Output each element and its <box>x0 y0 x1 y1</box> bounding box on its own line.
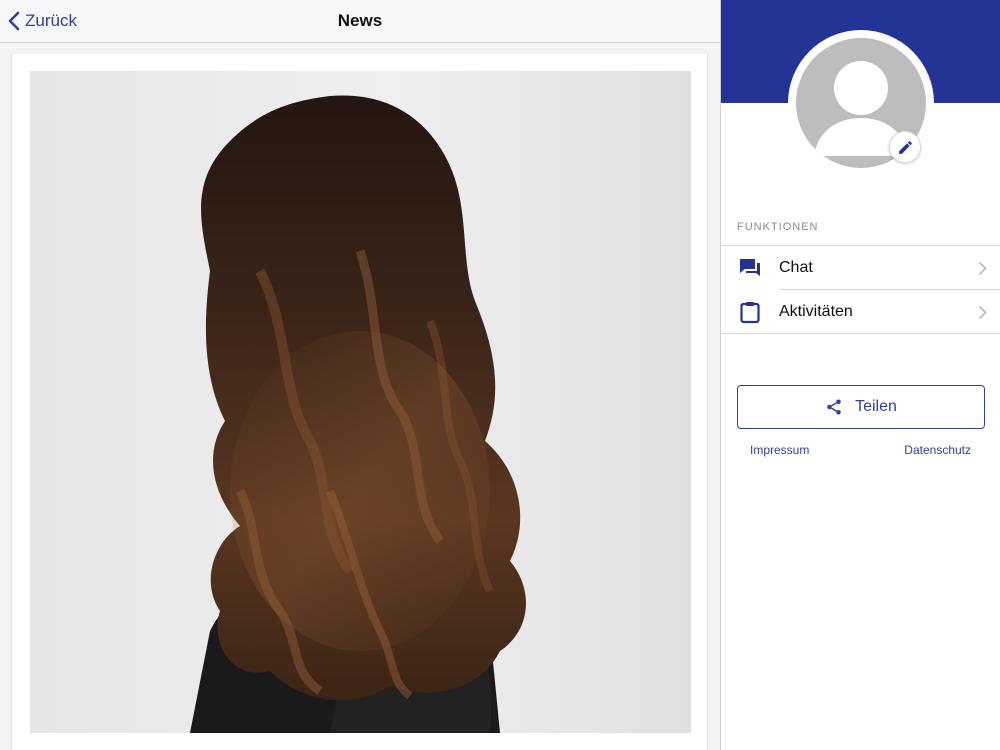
clipboard-icon <box>737 300 763 324</box>
menu-item-aktivitaeten[interactable]: Aktivitäten <box>721 290 1000 334</box>
side-menu: FUNKTIONEN Chat Aktivitäten Teilen Impre… <box>720 0 1000 750</box>
page-title: News <box>337 11 383 30</box>
chevron-right-icon <box>978 305 987 320</box>
impressum-link[interactable]: Impressum <box>750 443 809 457</box>
share-button[interactable]: Teilen <box>737 385 985 429</box>
menu-item-label: Chat <box>779 259 813 276</box>
datenschutz-link[interactable]: Datenschutz <box>904 443 971 457</box>
menu-item-label: Aktivitäten <box>779 303 853 320</box>
section-label-funktionen: FUNKTIONEN <box>737 221 819 233</box>
hair-photo <box>30 71 691 733</box>
share-button-label: Teilen <box>855 398 897 415</box>
news-pane: Zurück News <box>0 0 720 750</box>
edit-profile-button[interactable] <box>889 131 921 163</box>
share-icon <box>827 399 841 415</box>
news-image[interactable] <box>30 71 691 733</box>
pencil-icon <box>898 140 912 154</box>
function-menu: Chat Aktivitäten <box>721 245 1000 334</box>
chat-icon <box>737 256 763 280</box>
app-window: Zurück News FUNKTIONEN Chat Aktivitäten … <box>0 0 1000 750</box>
divider <box>721 333 1000 334</box>
menu-item-chat[interactable]: Chat <box>721 246 1000 290</box>
chevron-right-icon <box>978 261 987 276</box>
news-card <box>11 54 708 750</box>
navigation-bar: Zurück News <box>0 0 720 43</box>
